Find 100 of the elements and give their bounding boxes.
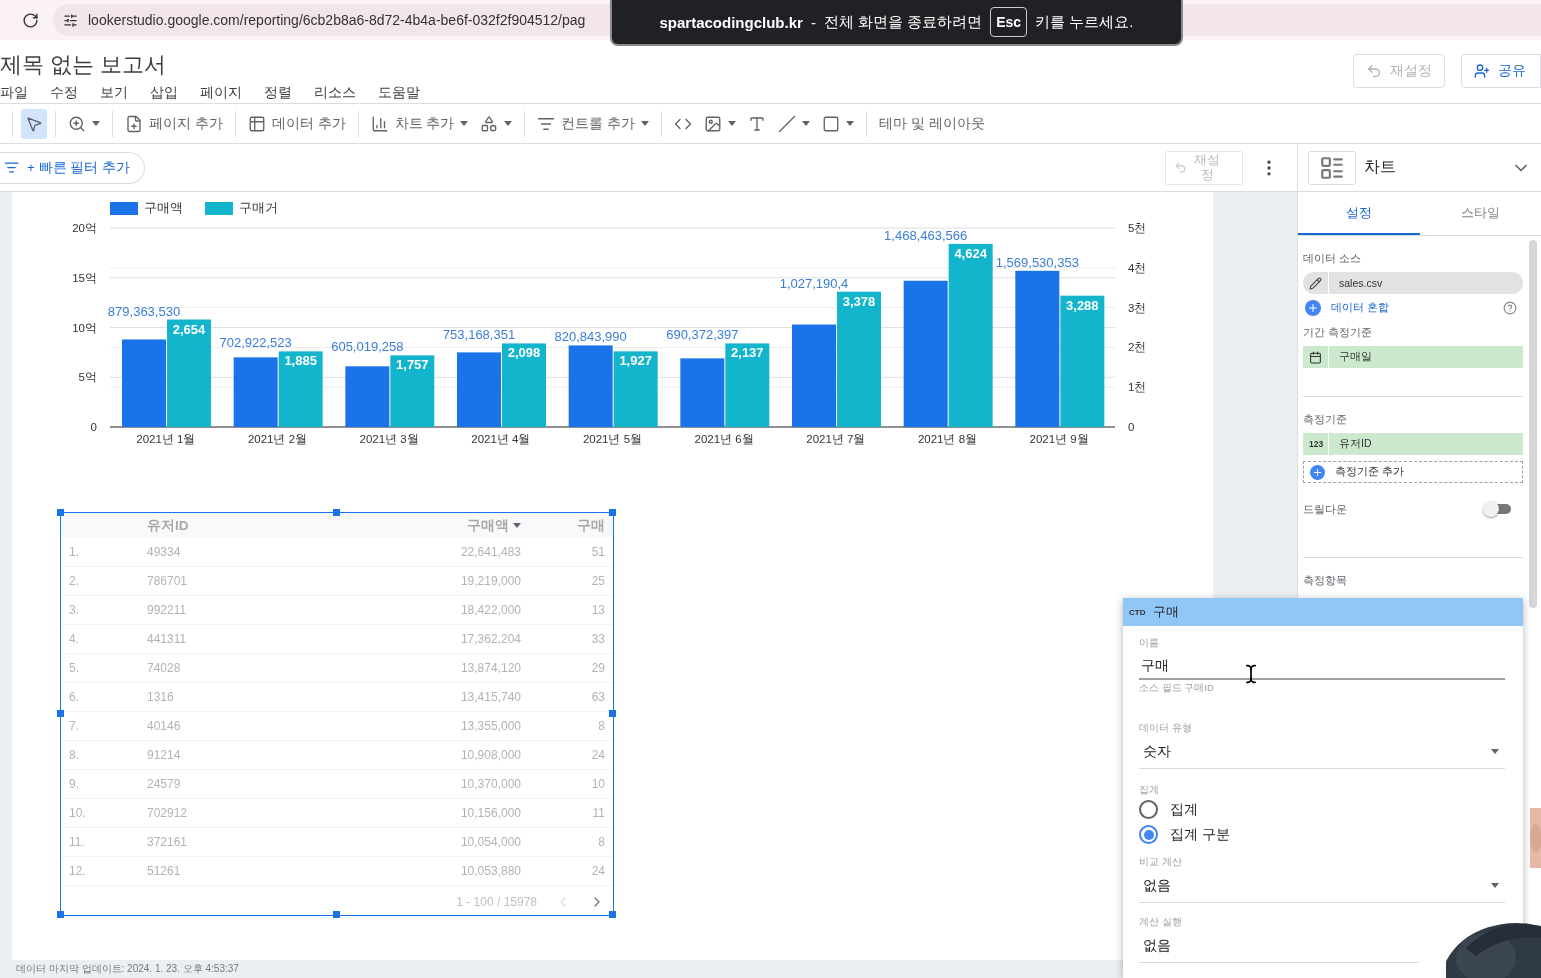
date-dimension-chip[interactable]: 구매일 bbox=[1303, 346, 1523, 368]
radio-button[interactable] bbox=[1139, 800, 1158, 819]
bar bbox=[345, 366, 390, 427]
tool-button[interactable] bbox=[21, 108, 47, 139]
comparison-select[interactable]: 없음 bbox=[1139, 869, 1505, 903]
data-label: 690,372,397 bbox=[666, 327, 739, 343]
toolbar-button[interactable]: 차트 추가 bbox=[366, 108, 473, 139]
axis-label: 20억 bbox=[72, 222, 97, 234]
data-label: 3,288 bbox=[1066, 297, 1099, 313]
legend-item: 구매거 bbox=[205, 199, 278, 217]
running-calc-select[interactable]: 없음 bbox=[1139, 929, 1419, 963]
esc-key: Esc bbox=[990, 7, 1028, 37]
axis-label: 5천 bbox=[1128, 222, 1147, 234]
table-cell-text: 22,641,483 bbox=[459, 545, 521, 559]
axis-label: 5억 bbox=[78, 371, 97, 384]
image-icon bbox=[704, 114, 723, 133]
table-cell-text: 1316 bbox=[147, 690, 175, 704]
table-cell-text: 10 bbox=[590, 777, 605, 791]
chart-type-button[interactable] bbox=[1308, 150, 1356, 185]
site-info-icon[interactable] bbox=[63, 12, 78, 28]
resize-handle[interactable] bbox=[333, 911, 340, 918]
data-label: 753,168,351 bbox=[442, 327, 516, 343]
drilldown-toggle[interactable] bbox=[1485, 504, 1511, 514]
menu-item[interactable]: 파일 bbox=[0, 84, 28, 102]
table-cell-text: 786701 bbox=[147, 574, 189, 588]
legend-item: 구매액 bbox=[110, 199, 183, 217]
table-plus-icon bbox=[247, 114, 266, 133]
scrollbar[interactable] bbox=[1529, 240, 1537, 608]
menu-item[interactable]: 수정 bbox=[50, 84, 78, 102]
table-cell-text: 19,219,000 bbox=[459, 574, 521, 588]
menu-item[interactable]: 도움말 bbox=[378, 84, 420, 102]
radio-option[interactable]: 집계 구분 bbox=[1139, 822, 1505, 847]
resize-handle[interactable] bbox=[57, 509, 64, 516]
resize-handle[interactable] bbox=[609, 911, 616, 918]
toolbar-button[interactable]: 페이지 추가 bbox=[121, 108, 227, 139]
section-heading: 측정항목 bbox=[1303, 573, 1348, 588]
axis-label: 2021년 2월 bbox=[247, 433, 308, 445]
section-heading: 측정기준 bbox=[1303, 412, 1348, 427]
resize-handle[interactable] bbox=[609, 710, 616, 717]
row-number: 6. bbox=[69, 690, 80, 704]
resize-handle[interactable] bbox=[57, 710, 64, 717]
toolbar-button[interactable]: 테마 및 레이아웃 bbox=[875, 108, 989, 139]
table-cell-text: 91214 bbox=[147, 748, 182, 762]
row-number: 10. bbox=[69, 806, 87, 820]
field-label: 데이터 유형 bbox=[1139, 721, 1193, 735]
radio-option[interactable]: 집계 bbox=[1139, 797, 1505, 822]
table-cell-text: 13,874,120 bbox=[459, 661, 521, 675]
dimension-chip[interactable]: 123 유저ID bbox=[1303, 433, 1523, 455]
row-number: 7. bbox=[69, 719, 80, 733]
text-box-icon bbox=[748, 114, 767, 133]
table-cell-text: 992211 bbox=[147, 603, 188, 617]
data-label: 3,378 bbox=[842, 293, 876, 309]
line-icon bbox=[778, 114, 797, 133]
axis-label: 2021년 7월 bbox=[806, 433, 866, 445]
resize-handle[interactable] bbox=[57, 911, 64, 918]
resize-handle[interactable] bbox=[333, 509, 340, 516]
menu-item[interactable]: 정렬 bbox=[264, 84, 292, 102]
axis-label: 2021년 1월 bbox=[136, 433, 196, 445]
table-cell-text: 13 bbox=[590, 603, 605, 617]
pointer-icon bbox=[25, 114, 43, 133]
row-number: 2. bbox=[69, 574, 80, 588]
toolbar-button[interactable]: 데이터 추가 bbox=[243, 108, 350, 139]
table-chart-icon bbox=[1319, 154, 1345, 181]
last-updated-text: 데이터 마지막 업데이트: 2024. 1. 23. 오후 4:53:37 bbox=[15, 962, 240, 976]
data-type-select[interactable]: 숫자 bbox=[1139, 735, 1505, 769]
section-heading: 데이터 소스 bbox=[1303, 251, 1362, 266]
menu-item[interactable]: 삽입 bbox=[150, 84, 178, 102]
data-label: 879,363,530 bbox=[107, 303, 181, 319]
data-label: 1,885 bbox=[284, 353, 317, 369]
data-source-chip[interactable]: sales.csv bbox=[1303, 272, 1523, 294]
help-icon[interactable] bbox=[1503, 301, 1517, 315]
add-person-icon bbox=[1474, 63, 1490, 79]
table-cell-text: 49334 bbox=[147, 545, 182, 559]
caret-icon bbox=[460, 121, 469, 126]
field-label: 집계 bbox=[1139, 783, 1160, 797]
menu-item[interactable]: 리소스 bbox=[314, 84, 356, 102]
bar bbox=[680, 358, 725, 427]
share-button[interactable]: 공유 bbox=[1461, 54, 1541, 88]
menu-item[interactable]: 보기 bbox=[100, 84, 128, 102]
table-cell-text: 40146 bbox=[147, 719, 182, 733]
resize-handle[interactable] bbox=[609, 509, 616, 516]
report-title[interactable]: 제목 없는 보고서 bbox=[0, 50, 420, 80]
reload-icon[interactable] bbox=[22, 11, 39, 29]
quick-filter-button[interactable]: + 빠른 필터 추가 bbox=[0, 151, 146, 184]
shapes-icon bbox=[480, 114, 499, 133]
data-label: 605,019,258 bbox=[331, 339, 404, 355]
dialog-title: 구매 bbox=[1153, 603, 1180, 621]
toolbar-button[interactable]: 컨트롤 추가 bbox=[533, 108, 654, 139]
row-number: 5. bbox=[69, 661, 80, 675]
data-label: 1,927 bbox=[619, 353, 652, 369]
site-name: spartacodingclub.kr bbox=[659, 13, 803, 31]
blend-data-link[interactable]: 데이터 혼합 bbox=[1331, 301, 1389, 315]
menu-item[interactable]: 페이지 bbox=[200, 84, 242, 102]
axis-label: 1천 bbox=[1128, 381, 1147, 394]
field-type-label: CTD bbox=[1129, 607, 1146, 617]
add-dimension-button[interactable]: 측정기준 추가 bbox=[1303, 461, 1523, 483]
radio-button[interactable] bbox=[1139, 825, 1158, 844]
row-number: 11. bbox=[69, 835, 86, 849]
dropdown-icon bbox=[1491, 749, 1499, 754]
add-page-icon bbox=[125, 114, 143, 133]
